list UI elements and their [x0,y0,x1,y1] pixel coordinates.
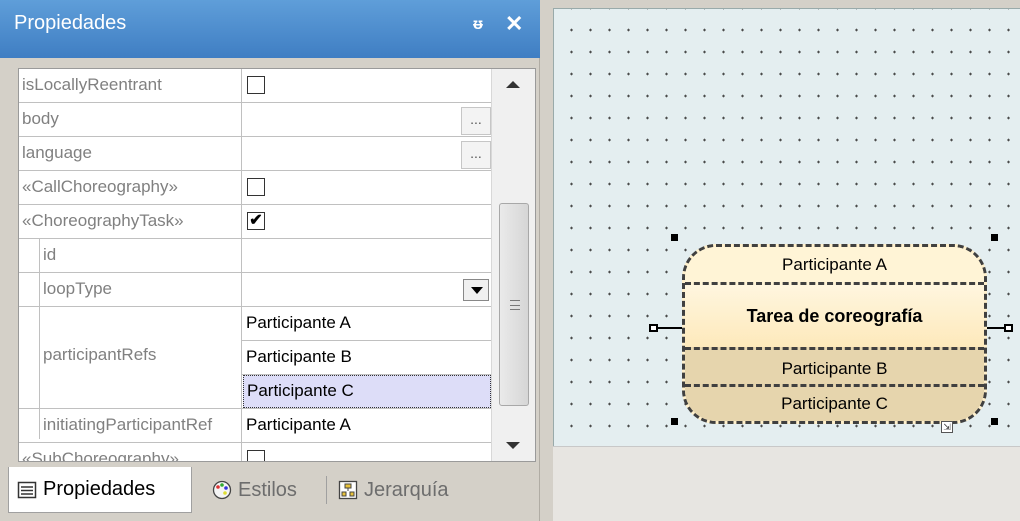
tab-jerarquia[interactable]: Jerarquía [330,467,470,513]
scroll-up-icon[interactable] [506,81,520,88]
property-value [241,69,491,102]
tab-estilos[interactable]: Estilos [204,467,324,513]
islocallyreentrant-checkbox[interactable] [247,76,265,94]
property-name: language [22,143,92,162]
property-name: body [22,109,59,128]
subchoreography-checkbox[interactable] [247,450,265,461]
vertical-scrollbar[interactable] [491,69,535,461]
left-port-line [657,327,683,329]
property-name: initiatingParticipantRef [43,415,213,434]
panel-title: Propiedades [14,12,127,34]
property-name: participantRefs [43,345,157,364]
property-name: «SubChoreography» [22,449,179,462]
property-value [241,443,491,461]
tab-label: Jerarquía [364,478,449,501]
property-row-looptype: loopType [19,273,491,307]
pin-icon[interactable]: ᵿ [473,16,483,34]
selection-handle[interactable] [671,234,678,241]
property-row-callchoreography: «CallChoreography» [19,171,491,205]
scroll-down-icon[interactable] [506,442,520,449]
left-port[interactable] [649,324,658,332]
property-row-islocallyreentrant: isLocallyReentrant [19,69,491,103]
task-name[interactable]: Tarea de coreografía [685,285,984,347]
callchoreography-checkbox[interactable] [247,178,265,196]
participantref-text: Participante A [246,313,351,332]
grip-icon [510,300,520,310]
property-name: id [43,245,57,264]
language-ellipsis-button[interactable]: ... [461,141,491,169]
panel-tabs: Propiedades Estilos Jerarquía [0,462,540,521]
property-name: «ChoreographyTask» [22,211,184,230]
tab-label: Propiedades [43,478,156,500]
property-row-participantrefs: participantRefs Participante A Participa… [19,307,492,409]
chevron-down-icon[interactable] [463,279,489,301]
selection-handle[interactable] [991,418,998,425]
resize-icon[interactable]: ⇲ [941,421,953,433]
property-value: Participante A Participante B Participan… [241,307,492,408]
participant-band-bottom-2[interactable]: Participante C [685,387,984,421]
id-field[interactable] [241,239,491,272]
properties-panel: Propiedades ᵿ ✕ isLocallyReentrant body … [0,0,540,521]
property-name: loopType [43,279,112,298]
scrollbar-thumb[interactable] [499,203,529,406]
participant-band-bottom-1[interactable]: Participante B [685,347,984,387]
tab-propiedades[interactable]: Propiedades [8,467,192,513]
canvas-margin [553,446,1020,521]
participantref-item[interactable]: Participante A [242,307,492,341]
body-ellipsis-button[interactable]: ... [461,107,491,135]
property-value [241,171,491,204]
property-name: «CallChoreography» [22,177,178,196]
participantref-item-selected[interactable]: Participante C [243,375,491,408]
property-row-id: id [19,239,491,273]
property-name: isLocallyReentrant [22,75,162,94]
close-icon[interactable]: ✕ [505,11,523,37]
right-port[interactable] [1004,324,1013,332]
panel-title-bar: Propiedades ᵿ ✕ [0,0,540,58]
diagram-canvas[interactable]: Participante A Tarea de coreografía Part… [553,8,1020,446]
selection-handle[interactable] [991,234,998,241]
property-value[interactable]: ... [241,103,491,136]
tab-separator [326,476,327,504]
property-row-body: body ... [19,103,491,137]
property-value[interactable]: ... [241,137,491,170]
property-grid: isLocallyReentrant body ... language ...… [18,68,536,462]
property-row-language: language ... [19,137,491,171]
property-value-text: Participante A [246,415,351,434]
participantref-text: Participante B [246,347,352,366]
hierarchy-icon [338,480,358,500]
tab-label: Estilos [238,478,297,501]
looptype-select[interactable] [241,273,491,306]
selection-handle[interactable] [671,418,678,425]
participantref-item[interactable]: Participante B [242,341,492,375]
properties-icon [17,480,37,500]
choreographytask-checkbox[interactable]: ✔ [247,212,265,230]
property-row-subchoreography: «SubChoreography» [19,443,491,462]
choreography-task-shape[interactable]: Participante A Tarea de coreografía Part… [682,244,987,424]
participant-band-top[interactable]: Participante A [685,247,984,285]
initiatingparticipantref-field[interactable]: Participante A [241,409,491,442]
palette-icon [212,480,232,500]
property-row-choreographytask: «ChoreographyTask» ✔ [19,205,491,239]
participantref-text: Participante C [247,381,354,400]
diagram-area: Participante A Tarea de coreografía Part… [541,0,1020,521]
property-row-initiatingparticipantref: initiatingParticipantRef Participante A [19,409,491,443]
property-value: ✔ [241,205,491,238]
